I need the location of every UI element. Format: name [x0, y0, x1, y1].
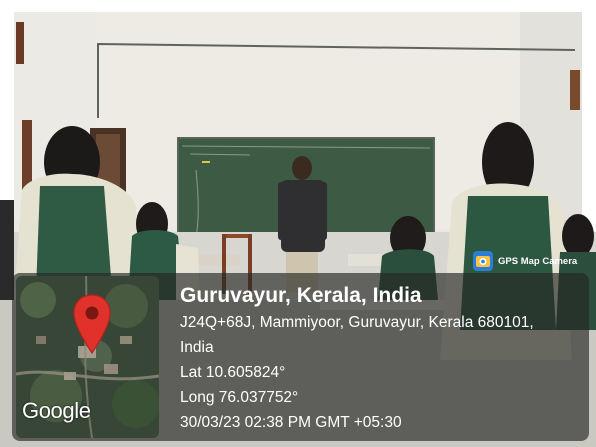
address-line-2: India: [180, 339, 214, 356]
brand-label: GPS Map Camera: [498, 255, 578, 267]
address-line-1: J24Q+68J, Mammiyoor, Guruvayur, Kerala 6…: [180, 314, 534, 331]
gps-map-camera-brand: GPS Map Camera: [473, 250, 577, 272]
gps-map-camera-icon: [473, 251, 493, 271]
latitude: Lat 10.605824°: [180, 364, 286, 381]
map-pin-icon: [73, 294, 111, 355]
longitude: Long 76.037752°: [180, 389, 299, 406]
timestamp: 30/03/23 02:38 PM GMT +05:30: [180, 414, 402, 431]
google-attribution: Google: [22, 398, 91, 423]
geotag-info: Guruvayur, Kerala, India J24Q+68J, Mammi…: [180, 282, 584, 435]
location-title: Guruvayur, Kerala, India: [180, 284, 422, 307]
